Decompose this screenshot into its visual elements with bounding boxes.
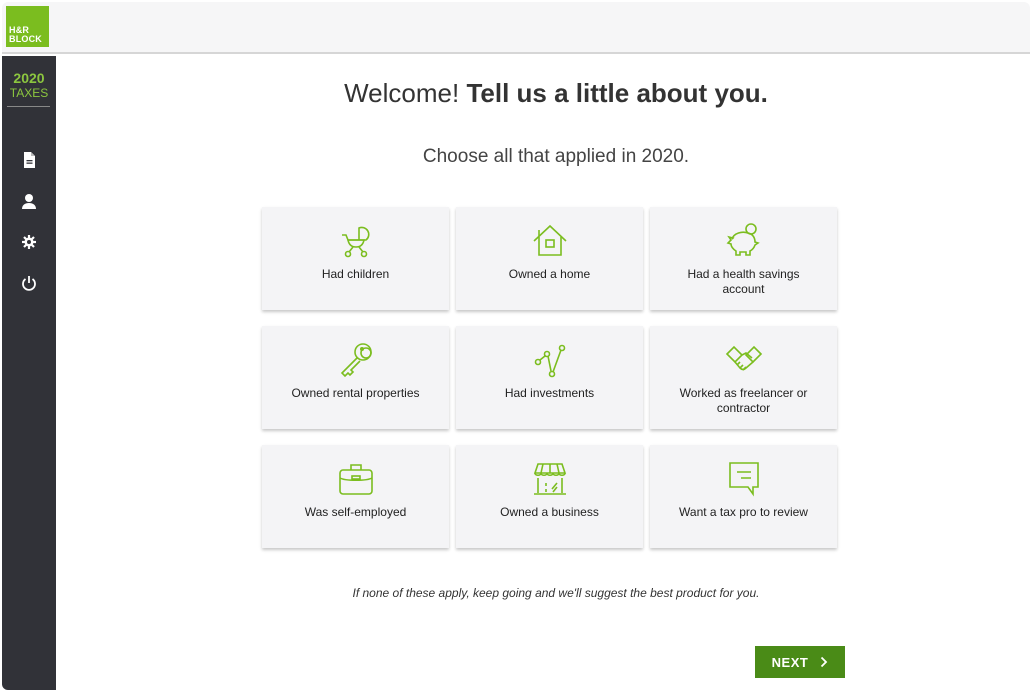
option-owned-business[interactable]: Owned a business: [456, 445, 643, 548]
storefront-icon: [533, 463, 566, 495]
welcome-text: Welcome!: [344, 78, 460, 108]
sidebar: 2020 TAXES: [2, 56, 56, 690]
option-investments[interactable]: Had investments: [456, 326, 643, 429]
chevron-right-icon: [821, 656, 828, 668]
option-label: Had children: [321, 267, 390, 281]
chat-bubble-icon: [728, 462, 759, 497]
option-label: Had investments: [504, 386, 595, 400]
tax-year: 2020: [13, 70, 45, 86]
page-title: Welcome! Tell us a little about you.: [56, 78, 1030, 109]
piggy-bank-icon: [726, 223, 760, 256]
taxes-label: TAXES: [9, 86, 49, 100]
option-label: Worked as freelancer or contractor: [679, 386, 808, 415]
power-icon[interactable]: [19, 273, 39, 293]
sidebar-divider: [7, 106, 50, 107]
next-button[interactable]: NEXT: [755, 646, 845, 678]
option-label: Want a tax pro to review: [679, 505, 808, 519]
footer-note: If none of these apply, keep going and w…: [352, 586, 760, 600]
hrblock-logo[interactable]: H&R BLOCK: [6, 6, 49, 47]
key-icon: [340, 343, 372, 378]
option-freelancer[interactable]: Worked as freelancer or contractor: [650, 326, 837, 429]
handshake-icon: [725, 345, 762, 371]
option-had-children[interactable]: Had children: [262, 207, 449, 310]
next-button-label: NEXT: [771, 654, 809, 670]
house-icon: [532, 224, 567, 256]
option-tax-pro-review[interactable]: Want a tax pro to review: [650, 445, 837, 548]
user-icon[interactable]: [19, 191, 39, 211]
option-label: Was self-employed: [304, 505, 407, 519]
option-health-savings[interactable]: Had a health savings account: [650, 207, 837, 310]
baby-stroller-icon: [341, 226, 370, 258]
investment-chart-icon: [534, 344, 565, 378]
app-window: H&R BLOCK 2020 TAXES Welcome! Tell us a …: [2, 2, 1030, 690]
document-icon[interactable]: [19, 150, 39, 170]
option-rental-properties[interactable]: Owned rental properties: [262, 326, 449, 429]
option-label: Owned a business: [500, 505, 599, 519]
briefcase-icon: [338, 464, 373, 495]
top-bar: H&R BLOCK: [2, 2, 1030, 54]
option-label: Owned a home: [508, 267, 591, 281]
option-label: Had a health savings account: [687, 267, 800, 296]
option-self-employed[interactable]: Was self-employed: [262, 445, 449, 548]
options-grid: Had children Owned a home Had a health s…: [262, 207, 838, 548]
main-content: Welcome! Tell us a little about you. Cho…: [56, 56, 1030, 690]
option-owned-home[interactable]: Owned a home: [456, 207, 643, 310]
option-label: Owned rental properties: [291, 386, 420, 400]
page-subtitle: Choose all that applied in 2020.: [422, 146, 690, 167]
logo-line2: BLOCK: [9, 34, 42, 44]
title-bold-text: Tell us a little about you.: [466, 78, 768, 108]
gear-icon[interactable]: [19, 232, 39, 252]
